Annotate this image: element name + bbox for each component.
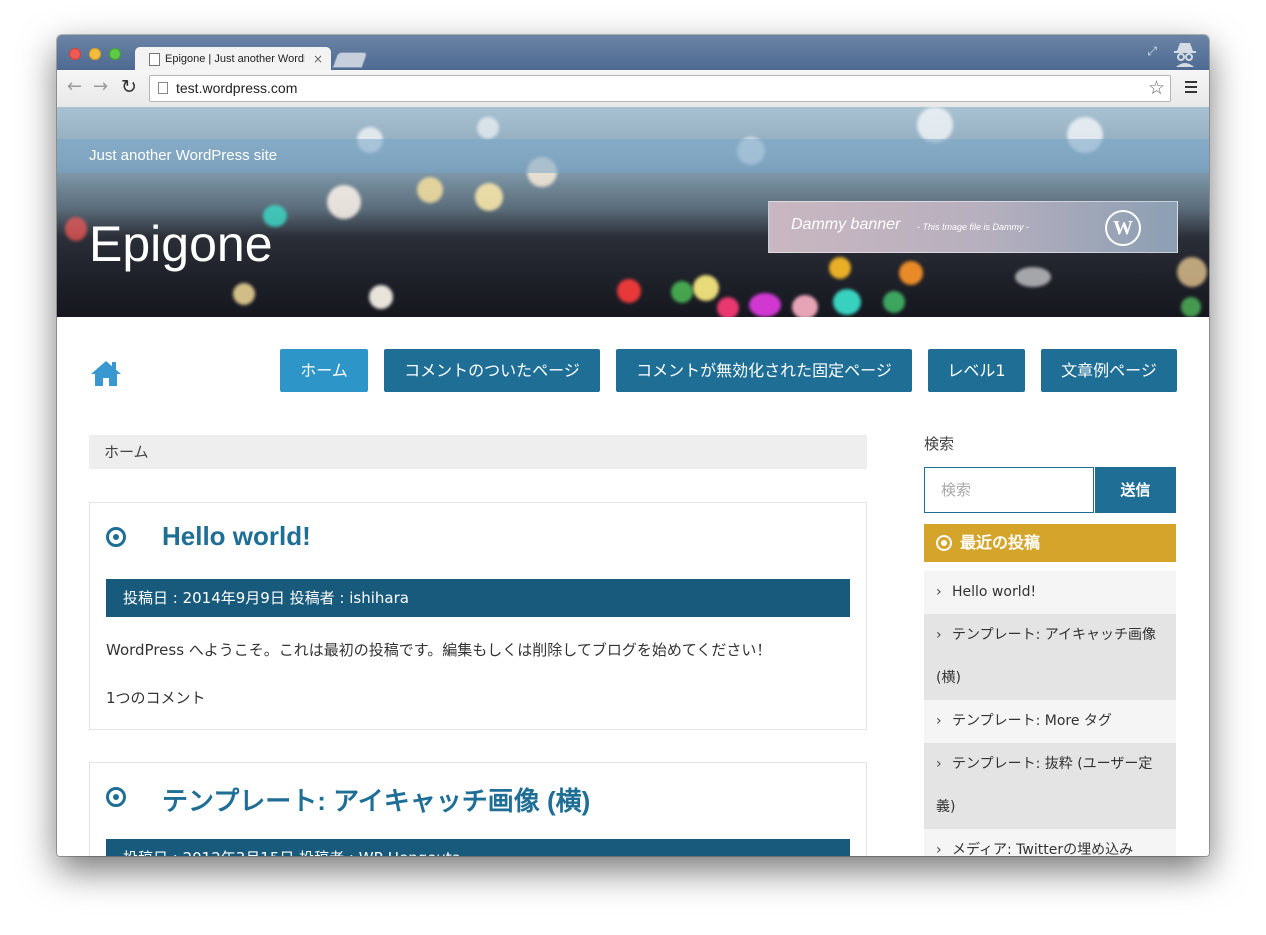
nav-item-home[interactable]: ホーム	[280, 349, 368, 392]
url-text[interactable]: test.wordpress.com	[176, 76, 297, 101]
post-meta: 投稿日 : 2012年3月15日 投稿者 : WP-Hengouta	[106, 839, 850, 856]
recent-post-item[interactable]: › テンプレート: アイキャッチ画像 (横)	[924, 614, 1176, 700]
target-icon	[106, 787, 126, 807]
chevron-right-icon: ›	[936, 756, 942, 772]
close-window-button[interactable]	[69, 48, 81, 60]
recent-posts-heading: 最近の投稿	[924, 524, 1176, 562]
wordpress-logo-icon: W	[1105, 210, 1141, 246]
chevron-right-icon: ›	[936, 713, 942, 729]
fullscreen-icon[interactable]: ⤢	[1147, 44, 1157, 59]
post-title[interactable]: Hello world!	[162, 521, 311, 552]
page-icon	[158, 82, 168, 94]
header-image: Just another WordPress site Epigone Damm…	[57, 107, 1209, 317]
page-viewport: Just another WordPress site Epigone Damm…	[57, 107, 1209, 856]
chevron-right-icon: ›	[936, 842, 942, 856]
site-tagline: Just another WordPress site	[89, 147, 278, 164]
recent-post-label: メディア: Twitterの埋め込み	[952, 842, 1134, 856]
recent-post-item[interactable]: › Hello world!	[924, 571, 1176, 614]
recent-post-label: テンプレート: More タグ	[952, 713, 1112, 729]
nav-item-sample-text-page[interactable]: 文章例ページ	[1041, 349, 1177, 392]
incognito-icon	[1174, 43, 1196, 67]
recent-post-item[interactable]: › メディア: Twitterの埋め込み	[924, 829, 1176, 856]
reload-button[interactable]: ↻	[121, 78, 137, 97]
tab-close-icon[interactable]: ×	[313, 47, 323, 71]
recent-post-item[interactable]: › テンプレート: 抜粋 (ユーザー定 義)	[924, 743, 1176, 829]
page-icon	[149, 53, 160, 66]
post-title[interactable]: テンプレート: アイキャッチ画像 (横)	[162, 781, 590, 818]
site-title[interactable]: Epigone	[89, 215, 273, 273]
back-button[interactable]: ←	[67, 78, 82, 96]
browser-tab[interactable]: Epigone | Just another WordPress site ×	[135, 47, 331, 71]
nav-item-level1[interactable]: レベル1	[928, 349, 1025, 392]
nav-item-commented-page[interactable]: コメントのついたページ	[384, 349, 600, 392]
search-submit-button[interactable]: 送信	[1095, 467, 1176, 513]
dummy-banner[interactable]: Dammy banner - This Image file is Dammy …	[768, 201, 1178, 253]
browser-window: Epigone | Just another WordPress site × …	[57, 35, 1209, 856]
recent-post-label: Hello world!	[952, 584, 1037, 600]
minimize-window-button[interactable]	[89, 48, 101, 60]
recent-post-label-cont: 義)	[936, 799, 956, 815]
recent-post-label: テンプレート: アイキャッチ画像	[952, 627, 1157, 643]
target-icon	[106, 527, 126, 547]
post-meta: 投稿日 : 2014年9月9日 投稿者 : ishihara	[106, 579, 850, 617]
search-label: 検索	[924, 435, 955, 453]
title-bar: Epigone | Just another WordPress site × …	[57, 35, 1209, 71]
banner-subtext: - This Image file is Dammy -	[917, 222, 1030, 232]
recent-posts-title: 最近の投稿	[960, 533, 1041, 552]
browser-toolbar: ← → ↻ test.wordpress.com ☆	[57, 70, 1209, 108]
recent-post-item[interactable]: › テンプレート: More タグ	[924, 700, 1176, 743]
nav-item-comments-disabled-page[interactable]: コメントが無効化された固定ページ	[616, 349, 912, 392]
chevron-right-icon: ›	[936, 627, 942, 643]
new-tab-button[interactable]	[332, 52, 368, 68]
search-input[interactable]: 検索	[924, 467, 1094, 513]
chevron-right-icon: ›	[936, 584, 942, 600]
browser-menu-icon[interactable]	[1185, 81, 1197, 96]
post-card: Hello world! 投稿日 : 2014年9月9日 投稿者 : ishih…	[89, 502, 867, 730]
recent-post-label-cont: (横)	[936, 670, 961, 686]
tab-title: Epigone | Just another WordPress site	[165, 53, 305, 65]
bookmark-star-icon[interactable]: ☆	[1148, 77, 1165, 99]
recent-posts-list: › Hello world! › テンプレート: アイキャッチ画像 (横) › テンプ…	[924, 571, 1176, 856]
target-icon	[936, 535, 952, 551]
forward-button[interactable]: →	[93, 78, 108, 96]
recent-post-label: テンプレート: 抜粋 (ユーザー定	[952, 756, 1153, 772]
address-bar[interactable]: test.wordpress.com ☆	[149, 75, 1171, 102]
post-comments-link[interactable]: 1つのコメント	[106, 687, 206, 708]
home-icon[interactable]	[90, 359, 122, 387]
zoom-window-button[interactable]	[109, 48, 121, 60]
post-card: テンプレート: アイキャッチ画像 (横) 投稿日 : 2012年3月15日 投稿…	[89, 762, 867, 856]
post-excerpt: WordPress へようこそ。これは最初の投稿です。編集もしくは削除してブログ…	[106, 641, 772, 659]
banner-text: Dammy banner	[791, 216, 901, 233]
breadcrumb[interactable]: ホーム	[89, 435, 867, 469]
